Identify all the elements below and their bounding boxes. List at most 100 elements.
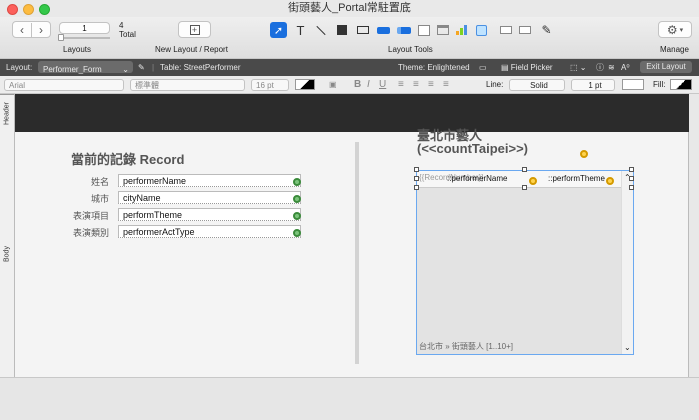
layout-tools-label: Layout Tools — [388, 45, 433, 54]
previous-layout-button[interactable]: ‹ — [13, 22, 32, 37]
button-bar-tool-icon[interactable] — [395, 22, 412, 38]
web-viewer-tool-icon[interactable] — [473, 22, 490, 38]
field-picker-icon: ▤ — [501, 63, 509, 72]
portal-field-performer-name[interactable]: ::performerName — [447, 174, 507, 183]
bold-icon[interactable]: B — [354, 79, 361, 91]
text-tool-icon[interactable]: T — [292, 22, 309, 38]
record-number-input[interactable]: 1 — [59, 22, 110, 34]
selection-handle[interactable] — [522, 167, 527, 172]
header-part-label[interactable]: Header — [0, 94, 14, 132]
vertical-divider[interactable] — [355, 142, 359, 364]
shape-tool-icon[interactable] — [333, 22, 350, 38]
selection-handle[interactable] — [414, 167, 419, 172]
align-center-icon[interactable]: ≡ — [413, 79, 419, 91]
title-bar: 街頭藝人_Portal常駐置底 — [0, 0, 699, 17]
perform-theme-field[interactable]: performTheme — [118, 208, 301, 221]
portal-heading-line2[interactable]: (<<countTaipei>>) — [417, 141, 528, 156]
field-label-theme[interactable]: 表演項目 — [69, 209, 109, 222]
field-label-name[interactable]: 姓名 — [69, 175, 109, 188]
tab-control-tool-icon[interactable] — [434, 22, 451, 38]
record-total-count: 4 — [119, 21, 124, 30]
new-layout-button[interactable]: + — [178, 21, 211, 38]
body-part-label[interactable]: Body — [0, 132, 14, 377]
align-right-icon[interactable]: ≡ — [428, 79, 434, 91]
chart-tool-icon[interactable] — [453, 22, 470, 38]
performer-name-field[interactable]: performerName — [118, 174, 301, 187]
selection-handle[interactable] — [629, 185, 634, 190]
text-format-icon[interactable]: A⁰ — [621, 59, 630, 76]
search-icon — [293, 195, 301, 203]
line-style-select[interactable]: Solid — [509, 79, 565, 91]
next-layout-button[interactable]: › — [32, 23, 50, 37]
search-icon — [529, 177, 537, 185]
font-select[interactable]: Arial — [4, 79, 124, 91]
search-icon — [606, 177, 614, 185]
zoom-window-button[interactable] — [39, 4, 50, 15]
new-layout-label: New Layout / Report — [155, 45, 228, 54]
scroll-down-icon[interactable]: ⌄ — [624, 343, 631, 352]
font-style-select[interactable]: 標準體 — [130, 79, 245, 91]
info-icon[interactable]: ⓘ — [596, 59, 604, 76]
chevron-down-icon: ▾ — [679, 26, 684, 34]
body-part[interactable]: 當前的記錄 Record 姓名 performerName 城市 cityNam… — [15, 128, 689, 377]
grid-icon[interactable]: ⬚ ⌄ — [570, 59, 586, 76]
selection-handle[interactable] — [522, 185, 527, 190]
status-bar — [0, 377, 699, 420]
selection-handle[interactable] — [414, 176, 419, 181]
layouts-label: Layouts — [63, 45, 92, 54]
field-control-tool-icon[interactable] — [497, 22, 514, 38]
parts-ruler: Header Body — [0, 94, 15, 377]
fill-color-swatch[interactable] — [670, 79, 692, 90]
record-total-label: Total — [119, 30, 136, 39]
line-label: Line: — [486, 80, 504, 89]
portal-footer-label: 台北市 » 街頭藝人 [1..10+] — [419, 342, 514, 351]
justify-icon[interactable]: ≡ — [443, 79, 449, 91]
close-window-button[interactable] — [7, 4, 18, 15]
record-slider[interactable] — [59, 37, 110, 39]
theme-label: Theme: Enlightened — [398, 63, 470, 72]
portal-tool-icon[interactable] — [516, 22, 533, 38]
format-painter-icon[interactable]: ✎ — [538, 22, 555, 38]
record-heading[interactable]: 當前的記錄 Record — [71, 149, 184, 168]
underline-icon[interactable]: U — [379, 79, 386, 91]
window-title: 街頭藝人_Portal常駐置底 — [288, 2, 411, 14]
text-color-swatch[interactable] — [295, 79, 315, 90]
layers-icon[interactable]: ≋ — [608, 59, 615, 76]
portal-field-perform-theme[interactable]: ::performTheme — [548, 174, 605, 183]
text-highlight-icon[interactable]: ▣ — [329, 79, 337, 91]
italic-icon[interactable]: I — [367, 79, 370, 91]
field-label-act-type[interactable]: 表演類別 — [69, 226, 109, 239]
plus-square-icon: + — [189, 24, 200, 35]
fill-label: Fill: — [653, 80, 666, 89]
header-part[interactable] — [15, 94, 689, 132]
portal-scrollbar[interactable]: ⌃ ⌄ — [621, 171, 633, 354]
search-icon — [293, 212, 301, 220]
pointer-tool-icon[interactable]: ➚ — [270, 22, 287, 38]
field-tool-icon[interactable] — [354, 22, 371, 38]
popover-tool-icon[interactable] — [415, 22, 432, 38]
performer-act-type-field[interactable]: performerActType — [118, 225, 301, 238]
layout-canvas: Header Body 當前的記錄 Record 姓名 performerNam… — [0, 94, 699, 377]
field-label-city[interactable]: 城市 — [69, 192, 109, 205]
layout-selector[interactable]: Performer_Form ⌄ — [38, 61, 133, 74]
align-left-icon[interactable]: ≡ — [398, 79, 404, 91]
edit-layout-name-icon[interactable]: ✎ — [138, 59, 145, 76]
portal[interactable]: {{RecordNumber}} ::performerName ::perfo… — [416, 170, 634, 355]
line-tool-icon[interactable] — [312, 22, 329, 38]
selection-handle[interactable] — [414, 185, 419, 190]
line-width-select[interactable]: 1 pt — [571, 79, 615, 91]
search-icon — [293, 229, 301, 237]
city-name-field[interactable]: cityName — [118, 191, 301, 204]
divider: | — [152, 63, 155, 72]
manage-button[interactable]: ⚙ ▾ — [658, 21, 692, 38]
selection-handle[interactable] — [629, 167, 634, 172]
selection-handle[interactable] — [629, 176, 634, 181]
line-color-swatch[interactable] — [622, 79, 644, 90]
theme-icon[interactable]: ▭ — [479, 59, 487, 76]
field-picker-button[interactable]: ▤ Field Picker — [501, 59, 553, 76]
font-size-select[interactable]: 16 pt — [251, 79, 289, 91]
record-slider-knob[interactable] — [58, 34, 64, 41]
button-tool-icon[interactable] — [375, 22, 392, 38]
exit-layout-button[interactable]: Exit Layout — [640, 61, 692, 73]
minimize-window-button[interactable] — [23, 4, 34, 15]
